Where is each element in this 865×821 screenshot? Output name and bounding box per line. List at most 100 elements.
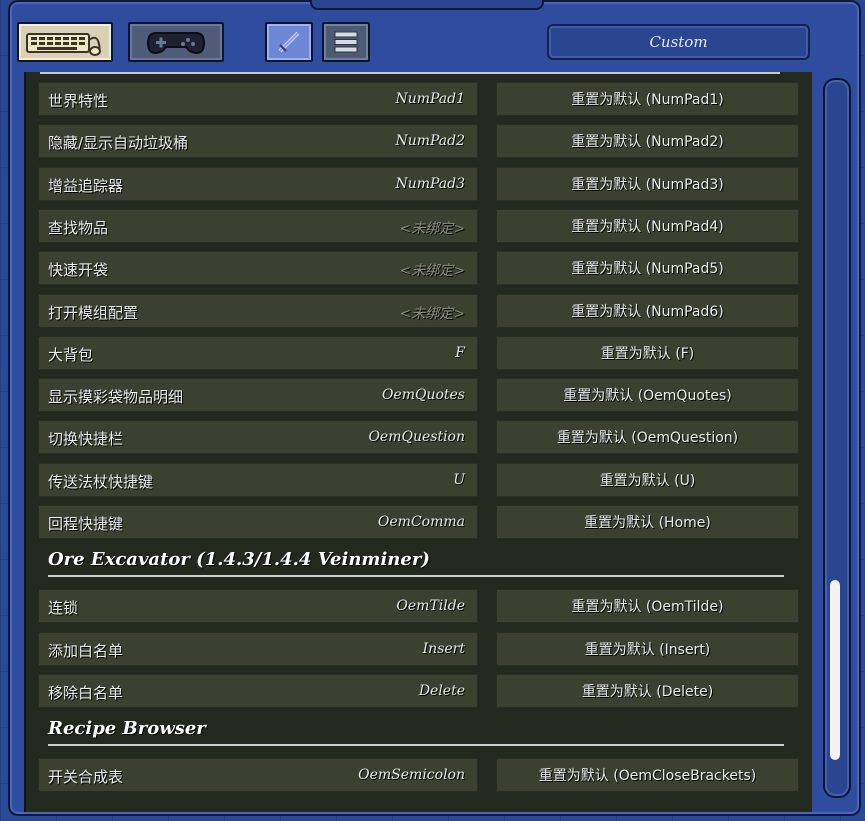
keybind-assign-cell[interactable]: 回程快捷键 OemComma (38, 505, 478, 539)
reset-to-default-label: 重置为默认 (OemQuestion) (556, 430, 739, 447)
reset-to-default-label: 重置为默认 (NumPad5) (571, 261, 724, 278)
reset-to-default-button[interactable]: 重置为默认 (OemQuotes) (496, 378, 799, 413)
reset-to-default-button[interactable]: 重置为默认 (NumPad4) (496, 208, 799, 243)
window-frame: Custom 世界特性 NumPad1 重置为默认 (NumPad1) 隐藏/显示自动… (0, 0, 865, 821)
keyboard-icon (26, 33, 101, 56)
reset-to-default-label: 重置为默认 (F) (600, 345, 695, 362)
reset-to-default-button[interactable]: 重置为默认 (NumPad5) (496, 251, 799, 286)
mod-section-header: Recipe Browser (48, 714, 784, 747)
mod-section-title: Recipe Browser (48, 718, 206, 740)
keybind-row: 打开模组配置 <未绑定> 重置为默认 (NumPad6) (38, 293, 800, 328)
reset-to-default-label: 重置为默认 (U) (599, 472, 696, 489)
scrollbar-track[interactable] (823, 78, 851, 798)
keybind-action-label: 传送法杖快捷键 (48, 472, 154, 491)
reset-to-default-button[interactable]: 重置为默认 (NumPad2) (496, 124, 799, 159)
reset-to-default-label: 重置为默认 (NumPad4) (571, 218, 724, 235)
keybind-assign-cell[interactable]: 快速开袋 <未绑定> (38, 251, 478, 286)
keybind-assign-cell[interactable]: 增益追踪器 NumPad3 (38, 166, 478, 201)
keybind-row: 开关合成表 OemSemicolon 重置为默认 (OemCloseBrackets… (38, 758, 800, 793)
panel-top-notch (310, 0, 544, 10)
reset-to-default-button[interactable]: 重置为默认 (NumPad3) (496, 166, 799, 201)
reset-to-default-label: 重置为默认 (Insert) (584, 641, 711, 658)
keybind-row: 大背包 F 重置为默认 (F) (38, 335, 800, 370)
reset-to-default-button[interactable]: 重置为默认 (F) (496, 335, 799, 370)
keybind-assign-cell[interactable]: 查找物品 <未绑定> (38, 208, 478, 243)
keybind-current-key: NumPad1 (395, 91, 465, 107)
keybind-current-key: Delete (418, 682, 465, 699)
keybind-row: 添加白名单 Insert 重置为默认 (Insert) (38, 631, 800, 666)
keybind-assign-cell[interactable]: 显示摸彩袋物品明细 OemQuotes (38, 378, 478, 413)
keybind-assign-cell[interactable]: 添加白名单 Insert (38, 631, 478, 666)
keybind-current-key: OemQuestion (368, 429, 465, 446)
keybind-current-key: F (455, 344, 465, 361)
reset-to-default-label: 重置为默认 (NumPad3) (571, 176, 724, 193)
keybind-row: 回程快捷键 OemComma 重置为默认 (Home) (38, 505, 800, 539)
reset-to-default-label: 重置为默认 (OemCloseBrackets) (538, 768, 757, 785)
keybind-assign-cell[interactable]: 切换快捷栏 OemQuestion (38, 420, 478, 455)
keybind-assign-cell[interactable]: 传送法杖快捷键 U (38, 462, 478, 497)
keybind-row: 隐藏/显示自动垃圾桶 NumPad2 重置为默认 (NumPad2) (38, 124, 800, 159)
keybind-current-key: <未绑定> (399, 220, 465, 237)
keybind-row: 查找物品 <未绑定> 重置为默认 (NumPad4) (38, 208, 800, 243)
list-top-divider (40, 72, 780, 74)
keybind-row: 快速开袋 <未绑定> 重置为默认 (NumPad5) (38, 251, 800, 286)
keybind-assign-cell[interactable]: 世界特性 NumPad1 (38, 82, 478, 116)
keybind-row: 显示摸彩袋物品明细 OemQuotes 重置为默认 (OemQuotes) (38, 378, 800, 413)
mod-section-header: Ore Excavator (1.4.3/1.4.4 Veinminer) (48, 545, 784, 578)
reset-to-default-button[interactable]: 重置为默认 (OemCloseBrackets) (496, 758, 799, 793)
reset-to-default-label: 重置为默认 (OemQuotes) (563, 388, 732, 405)
keybind-current-key: OemQuotes (381, 387, 465, 404)
keybind-current-key: <未绑定> (399, 263, 465, 280)
keybind-assign-cell[interactable]: 隐藏/显示自动垃圾桶 NumPad2 (38, 124, 478, 159)
keybind-list[interactable]: 世界特性 NumPad1 重置为默认 (NumPad1) 隐藏/显示自动垃圾桶 NumP… (24, 72, 812, 812)
keybind-action-label: 连锁 (48, 599, 79, 618)
keybind-row: 世界特性 NumPad1 重置为默认 (NumPad1) (38, 82, 800, 116)
reset-to-default-label: 重置为默认 (NumPad1) (571, 92, 724, 108)
keybind-row: 连锁 OemTilde 重置为默认 (OemTilde) (38, 589, 800, 624)
keybind-action-label: 移除白名单 (48, 683, 124, 702)
keybind-current-key: OemTilde (396, 598, 465, 615)
section-divider (48, 575, 784, 578)
profile-select-button[interactable]: Custom (547, 24, 810, 60)
reset-to-default-button[interactable]: 重置为默认 (OemTilde) (496, 589, 799, 624)
keyboard-mode-button[interactable] (17, 22, 113, 62)
keybind-row: 传送法杖快捷键 U 重置为默认 (U) (38, 462, 800, 497)
keybind-action-label: 添加白名单 (48, 641, 124, 660)
gamepad-mode-button[interactable] (128, 22, 224, 62)
keybind-assign-cell[interactable]: 移除白名单 Delete (38, 673, 478, 708)
keybind-assign-cell[interactable]: 打开模组配置 <未绑定> (38, 293, 478, 328)
reset-to-default-button[interactable]: 重置为默认 (NumPad6) (496, 293, 799, 328)
section-divider (48, 744, 784, 747)
keybind-current-key: Insert (422, 640, 465, 657)
sword-icon (278, 31, 300, 53)
keybind-action-label: 世界特性 (48, 92, 109, 110)
keybind-action-label: 回程快捷键 (48, 515, 124, 533)
reset-to-default-label: 重置为默认 (Home) (584, 515, 711, 531)
menu-lines-icon (334, 31, 358, 53)
keybind-current-key: OemComma (377, 514, 465, 530)
scrollbar-thumb[interactable] (830, 580, 840, 760)
reset-to-default-button[interactable]: 重置为默认 (Insert) (496, 631, 799, 666)
keybind-action-label: 开关合成表 (48, 768, 124, 787)
reset-to-default-button[interactable]: 重置为默认 (OemQuestion) (496, 420, 799, 455)
keybind-assign-cell[interactable]: 开关合成表 OemSemicolon (38, 758, 478, 793)
keybind-action-label: 大背包 (48, 345, 94, 364)
keybind-action-label: 隐藏/显示自动垃圾桶 (48, 134, 189, 153)
menu-controls-button[interactable] (322, 22, 370, 62)
reset-to-default-button[interactable]: 重置为默认 (NumPad1) (496, 82, 799, 116)
reset-to-default-button[interactable]: 重置为默认 (U) (496, 462, 799, 497)
reset-to-default-label: 重置为默认 (NumPad6) (571, 303, 724, 320)
mod-section-title: Ore Excavator (1.4.3/1.4.4 Veinminer) (48, 549, 430, 571)
keybind-action-label: 增益追踪器 (48, 176, 124, 195)
keybind-assign-cell[interactable]: 大背包 F (38, 335, 478, 370)
reset-to-default-label: 重置为默认 (NumPad2) (571, 134, 724, 151)
keybind-row: 增益追踪器 NumPad3 重置为默认 (NumPad3) (38, 166, 800, 201)
reset-to-default-button[interactable]: 重置为默认 (Home) (496, 505, 799, 539)
keybind-assign-cell[interactable]: 连锁 OemTilde (38, 589, 478, 624)
keybind-action-label: 查找物品 (48, 218, 109, 237)
reset-to-default-label: 重置为默认 (Delete) (581, 683, 714, 700)
keybind-row: 移除白名单 Delete 重置为默认 (Delete) (38, 673, 800, 708)
gameplay-controls-button[interactable] (265, 22, 313, 62)
reset-to-default-button[interactable]: 重置为默认 (Delete) (496, 673, 799, 708)
keybind-current-key: U (453, 471, 465, 488)
